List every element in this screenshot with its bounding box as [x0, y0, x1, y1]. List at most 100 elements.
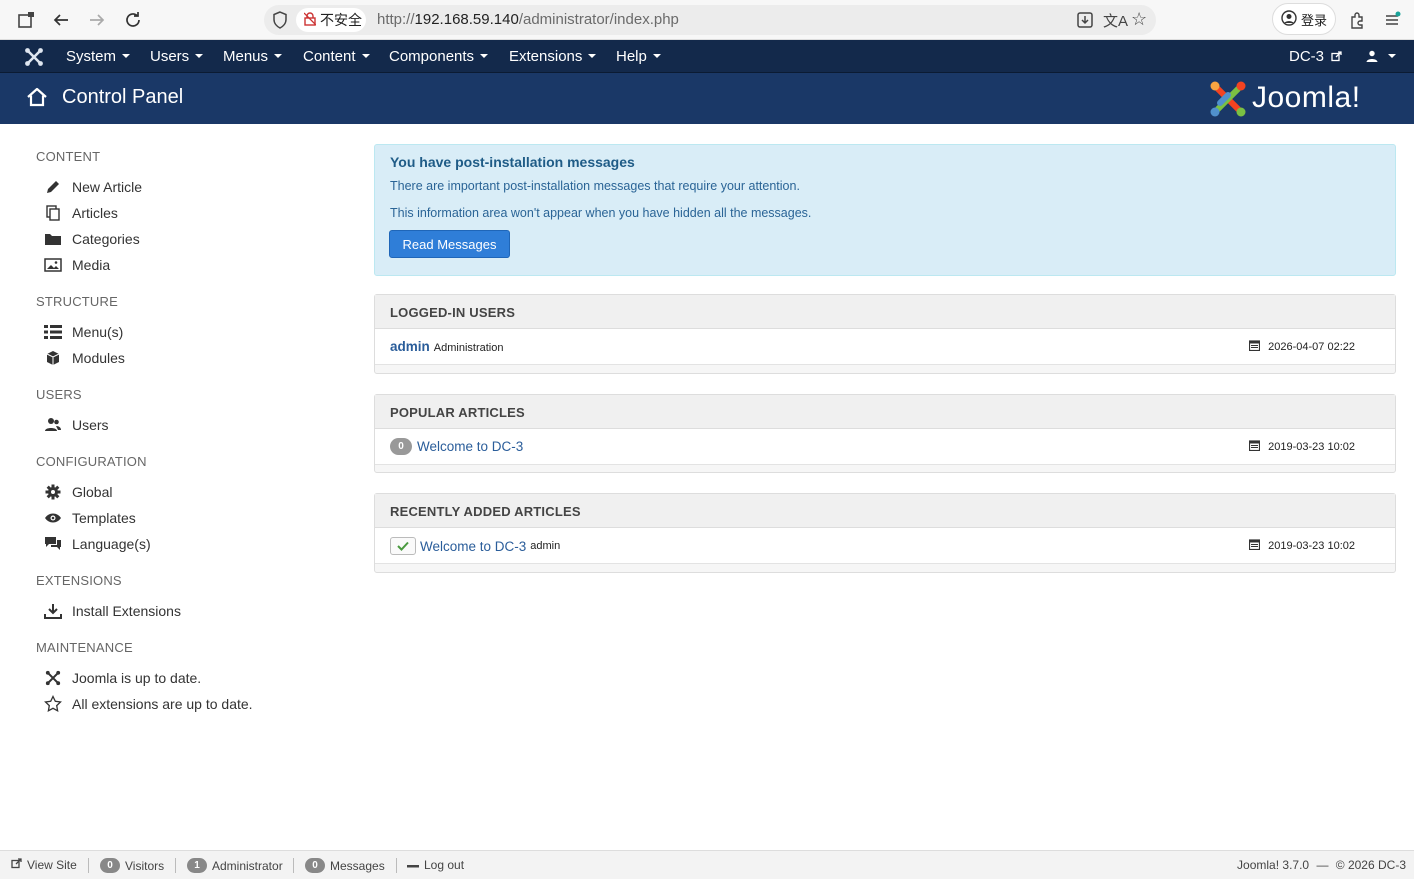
- menu-extensions[interactable]: Extensions: [509, 48, 597, 65]
- extensions-icon[interactable]: [1345, 8, 1369, 32]
- joomla-menu-icon[interactable]: [24, 47, 44, 67]
- download-icon: [44, 602, 62, 620]
- separator: [293, 858, 294, 873]
- menu-content-label: Content: [303, 48, 356, 65]
- panel-title: LOGGED-IN USERS: [390, 305, 516, 320]
- calendar-icon: [1249, 340, 1261, 354]
- menu-extensions-label: Extensions: [509, 48, 583, 65]
- sidebar-item-templates[interactable]: Templates: [44, 508, 136, 528]
- menu-users[interactable]: Users: [150, 48, 204, 65]
- sidebar-item-new-article[interactable]: New Article: [44, 177, 142, 197]
- calendar-icon: [1249, 440, 1261, 454]
- browser-menu-icon[interactable]: [1380, 8, 1404, 32]
- version-info: Joomla! 3.7.0 — © 2026 DC-3: [1237, 858, 1406, 872]
- copy-icon: [44, 204, 62, 222]
- logout-link[interactable]: Log out: [407, 858, 464, 872]
- address-bar[interactable]: 不安全 http://192.168.59.140/administrator/…: [264, 5, 1156, 35]
- users-icon: [44, 416, 62, 434]
- visitors-link[interactable]: 0 Visitors: [100, 858, 164, 873]
- sidebar-item-label: Global: [72, 484, 113, 500]
- sidebar-item-modules[interactable]: Modules: [44, 348, 125, 368]
- row-date: 2019-03-23 10:02: [1249, 539, 1355, 553]
- menu-components-label: Components: [389, 48, 475, 65]
- calendar-icon: [1249, 539, 1261, 553]
- reload-icon[interactable]: [121, 8, 145, 32]
- messages-link[interactable]: 0 Messages: [305, 858, 385, 873]
- sidebar-item-languages[interactable]: Language(s): [44, 534, 151, 554]
- sidebar-item-label: Install Extensions: [72, 603, 181, 619]
- menu-system-label: System: [66, 48, 117, 65]
- shield-icon: [272, 11, 288, 32]
- sidebar-item-global[interactable]: Global: [44, 482, 112, 502]
- alert-line-1: There are important post-installation me…: [390, 179, 800, 193]
- table-row: Welcome to DC-3 admin 2019-03-23 10:02: [375, 528, 1395, 564]
- status-bar: View Site 0 Visitors 1 Administrator 0 M…: [0, 850, 1414, 879]
- install-app-icon[interactable]: [1076, 11, 1094, 32]
- forward-icon[interactable]: [85, 8, 109, 32]
- panel-title: POPULAR ARTICLES: [390, 405, 525, 420]
- profile-login-button[interactable]: 登录: [1272, 3, 1336, 35]
- menu-users-label: Users: [150, 48, 190, 65]
- menu-system[interactable]: System: [66, 48, 131, 65]
- security-indicator[interactable]: 不安全: [296, 8, 366, 32]
- folder-icon: [44, 230, 62, 248]
- url-scheme: http://: [377, 11, 415, 28]
- separator: [396, 858, 397, 873]
- menu-help[interactable]: Help: [616, 48, 661, 65]
- translate-icon[interactable]: 文A: [1103, 10, 1128, 31]
- sidebar-item-users[interactable]: Users: [44, 415, 109, 435]
- sidebar-item-label: Modules: [72, 350, 125, 366]
- sidebar-item-label: Media: [72, 257, 111, 273]
- caret-down-icon: [361, 54, 370, 59]
- menu-menus[interactable]: Menus: [223, 48, 283, 65]
- back-icon[interactable]: [49, 8, 73, 32]
- article-link[interactable]: Welcome to DC-3: [417, 439, 523, 454]
- user-link[interactable]: admin: [390, 339, 430, 354]
- sidebar-item-joomla-update[interactable]: Joomla is up to date.: [44, 668, 201, 688]
- cube-icon: [44, 349, 62, 367]
- panel-header: LOGGED-IN USERS: [375, 295, 1395, 329]
- star-icon: [44, 695, 62, 713]
- bookmark-star-icon[interactable]: ☆: [1131, 10, 1147, 28]
- separator: [175, 858, 176, 873]
- read-messages-button[interactable]: Read Messages: [389, 230, 510, 258]
- date-value: 2019-03-23 10:02: [1268, 540, 1355, 552]
- sidebar-item-label: Templates: [72, 510, 136, 526]
- panel-header: RECENTLY ADDED ARTICLES: [375, 494, 1395, 528]
- sidebar-item-categories[interactable]: Categories: [44, 229, 140, 249]
- user-client: Administration: [433, 342, 504, 354]
- sidebar-item-label: Users: [72, 417, 109, 433]
- user-menu[interactable]: [1366, 48, 1396, 66]
- sidebar-item-media[interactable]: Media: [44, 255, 110, 275]
- external-link-icon: [11, 858, 22, 872]
- menu-menus-label: Menus: [223, 48, 269, 65]
- sidebar-section-configuration: CONFIGURATION: [36, 454, 147, 469]
- sidebar-item-extensions-update[interactable]: All extensions are up to date.: [44, 694, 253, 714]
- site-link[interactable]: DC-3: [1289, 48, 1342, 66]
- recent-articles-panel: RECENTLY ADDED ARTICLES Welcome to DC-3 a…: [374, 493, 1396, 573]
- url-text[interactable]: http://192.168.59.140/administrator/inde…: [377, 11, 679, 28]
- administrators-link[interactable]: 1 Administrator: [187, 858, 283, 873]
- caret-down-icon: [652, 54, 661, 59]
- user-icon: [1366, 49, 1378, 66]
- tab-actions-icon[interactable]: [14, 8, 38, 32]
- popular-articles-panel: POPULAR ARTICLES 0 Welcome to DC-3 2019-…: [374, 394, 1396, 473]
- panel-header: POPULAR ARTICLES: [375, 395, 1395, 429]
- pencil-icon: [44, 178, 62, 196]
- table-row: 0 Welcome to DC-3 2019-03-23 10:02: [375, 429, 1395, 465]
- sidebar-item-articles[interactable]: Articles: [44, 203, 118, 223]
- admin-label: Administrator: [212, 858, 283, 873]
- menu-content[interactable]: Content: [303, 48, 370, 65]
- published-check-icon[interactable]: [390, 537, 416, 555]
- menu-components[interactable]: Components: [389, 48, 489, 65]
- caret-down-icon: [195, 54, 204, 59]
- view-site-label: View Site: [27, 858, 77, 872]
- view-site-link[interactable]: View Site: [11, 858, 77, 872]
- sidebar-item-label: Joomla is up to date.: [72, 670, 202, 686]
- article-author: admin: [530, 540, 561, 552]
- sidebar-item-menus[interactable]: Menu(s): [44, 322, 123, 342]
- copyright-label: © 2026 DC-3: [1335, 858, 1406, 872]
- sidebar-item-install-extensions[interactable]: Install Extensions: [44, 601, 181, 621]
- row-date: 2026-04-07 02:22: [1249, 340, 1355, 354]
- article-link[interactable]: Welcome to DC-3: [420, 539, 526, 554]
